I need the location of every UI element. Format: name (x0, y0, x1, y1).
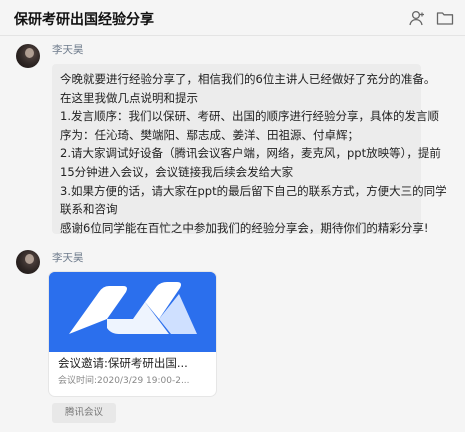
chat-header: 保研考研出国经验分享 (0, 0, 465, 36)
message-line: 3.如果方便的话，请大家在ppt的最后留下自己的联系方式，方便大三的同学 (60, 183, 447, 198)
message-line: 今晚就要进行经验分享了，相信我们的6位主讲人已经做好了充分的准备。 (60, 72, 436, 86)
sender-name: 李天昊 (52, 44, 84, 56)
avatar[interactable] (16, 250, 40, 274)
avatar[interactable] (16, 44, 40, 68)
message-line: 在这里我做几点说明和提示 (60, 90, 198, 105)
message-line: 感谢6位同学能在百忙之中参加我们的经验分享会，期待你们的精彩分享! (60, 220, 429, 235)
folder-icon[interactable] (436, 9, 454, 27)
message-line: 2.请大家调试好设备（腾讯会议客户端，网络，麦克风，ppt放映等），提前 (60, 146, 441, 161)
sender-name: 李天昊 (52, 252, 84, 264)
message-line: 序为：任沁琦、樊端阳、鄢志成、姜洋、田祖源、付卓辉； (60, 127, 359, 142)
header-divider (0, 35, 465, 36)
meeting-invite-card[interactable]: 会议邀请:保研考研出国... 会议时间:2020/3/29 19:00-2... (49, 272, 216, 396)
chat-title: 保研考研出国经验分享 (14, 12, 154, 28)
message-line: 15分钟进入会议，会议链接我后续会发给大家 (60, 164, 294, 179)
message-line: 1.发言顺序：我们以保研、考研、出国的顺序进行经验分享，具体的发言顺 (60, 109, 439, 124)
source-tag[interactable]: 腾讯会议 (52, 403, 116, 423)
card-time: 会议时间:2020/3/29 19:00-2... (58, 376, 190, 386)
tencent-meeting-logo-icon (49, 272, 216, 352)
message-line: 联系和咨询 (60, 202, 118, 217)
message-bubble[interactable]: 今晚就要进行经验分享了，相信我们的6位主讲人已经做好了充分的准备。 在这里我做几… (52, 64, 447, 235)
person-icon[interactable] (408, 9, 426, 27)
card-title: 会议邀请:保研考研出国... (58, 356, 188, 370)
